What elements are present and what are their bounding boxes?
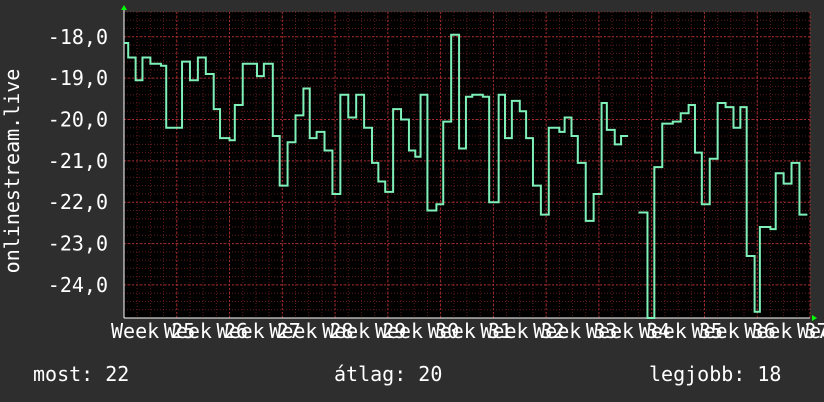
chart: -18,0 -19,0 -20,0 -21,0 -22,0 -23,0 -24,0 Week … [0,0,824,402]
x-tick-label: Week 38 [797,319,824,343]
y-tick-label: -21,0 [48,149,108,173]
y-tick-label: -19,0 [48,66,108,90]
y-tick-label: -23,0 [48,232,108,256]
stat-max: legjobb: 18 [649,362,782,386]
y-tick-label: -18,0 [48,25,108,49]
stat-current: most: 22 [33,362,130,386]
y-tick-label: -20,0 [48,108,108,132]
y-axis-arrow [121,5,127,10]
y-tick-label: -24,0 [48,273,108,297]
y-tick-label: -22,0 [48,190,108,214]
y-axis-label: onlinestream.live [0,69,24,274]
stat-average: átlag: 20 [334,362,443,386]
chart-svg: -18,0 -19,0 -20,0 -21,0 -22,0 -23,0 -24,0 Week … [0,5,824,343]
